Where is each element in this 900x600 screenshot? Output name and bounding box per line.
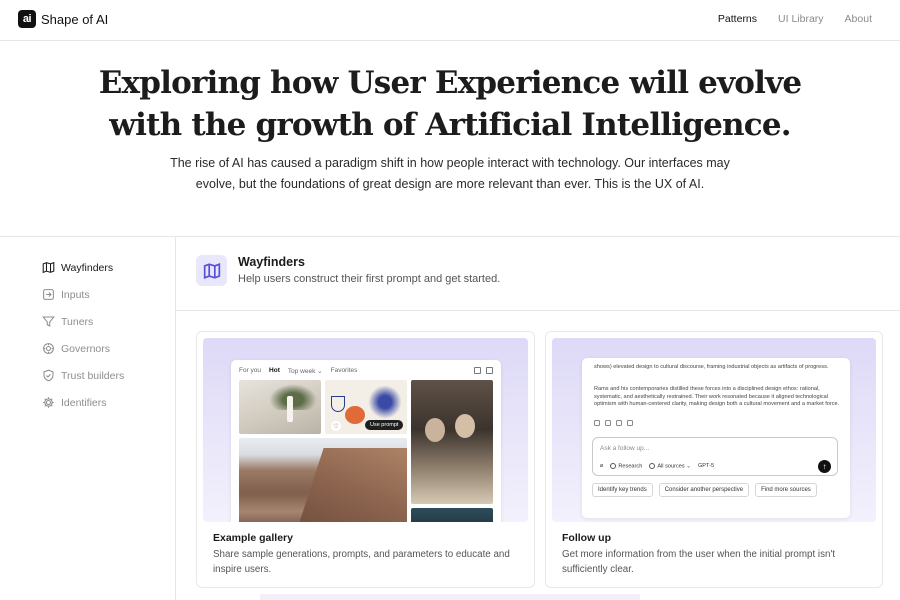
gallery-tab-active: Hot bbox=[269, 367, 280, 374]
gallery-tab: For you bbox=[239, 367, 262, 374]
nav-link-patterns[interactable]: Patterns bbox=[718, 13, 757, 25]
chat-response-text: shows) elevated design to cultural disco… bbox=[594, 364, 829, 370]
pattern-sidebar: Wayfinders Inputs Tuners Governors Trust… bbox=[42, 254, 124, 416]
sidebar-item-inputs[interactable]: Inputs bbox=[42, 281, 124, 308]
map-icon bbox=[203, 262, 220, 279]
next-card-peek bbox=[260, 594, 640, 600]
copy-icon bbox=[594, 420, 600, 426]
gallery-image-canyon bbox=[239, 438, 407, 522]
gallery-tab: Top week ⌄ bbox=[287, 368, 323, 375]
pattern-card-follow-up[interactable]: shows) elevated design to cultural disco… bbox=[545, 331, 883, 588]
retry-icon bbox=[605, 420, 611, 426]
telescope-icon bbox=[610, 463, 617, 469]
sidebar-item-label: Inputs bbox=[61, 288, 90, 301]
wayfinders-section-icon bbox=[196, 255, 227, 286]
send-arrow-icon: ↑ bbox=[818, 460, 831, 473]
section-title: Wayfinders bbox=[238, 255, 305, 269]
sidebar-item-wayfinders[interactable]: Wayfinders bbox=[42, 254, 124, 281]
sidebar-item-label: Governors bbox=[61, 342, 111, 355]
hero-title: Exploring how User Experience will evolv… bbox=[0, 62, 900, 146]
hero-subtitle: The rise of AI has caused a paradigm shi… bbox=[170, 156, 730, 191]
response-actions bbox=[594, 420, 633, 426]
chat-response-text: Rams and his contemporaries distilled th… bbox=[594, 386, 840, 408]
sidebar-item-label: Identifiers bbox=[61, 396, 107, 409]
image-view-icon bbox=[486, 367, 493, 374]
model-selector: GPT-5 bbox=[697, 463, 715, 470]
nav-link-about[interactable]: About bbox=[845, 13, 872, 25]
suggestion-chip: Find more sources bbox=[755, 483, 817, 497]
gallery-view-icons bbox=[474, 367, 493, 374]
heart-icon: ♡ bbox=[331, 421, 341, 431]
example-gallery-preview: For you Hot Top week ⌄ Favorites ♡ Use p… bbox=[203, 338, 528, 522]
gallery-tab: Favorites bbox=[330, 367, 358, 374]
gallery-mock-window: For you Hot Top week ⌄ Favorites ♡ Use p… bbox=[231, 360, 501, 522]
top-navigation-bar: ai Shape of AI Patterns UI Library About bbox=[0, 0, 900, 41]
use-prompt-button: Use prompt bbox=[365, 420, 404, 430]
follow-up-placeholder: Ask a follow up... bbox=[600, 445, 650, 452]
filter-icon bbox=[42, 316, 55, 327]
follow-up-input: Ask a follow up... ⌀ Research All source… bbox=[592, 437, 838, 476]
content-divider bbox=[176, 310, 900, 311]
card-description: Get more information from the user when … bbox=[562, 549, 836, 575]
sidebar-item-label: Wayfinders bbox=[61, 261, 114, 274]
nav-link-ui-library[interactable]: UI Library bbox=[778, 13, 824, 25]
shape-of-ai-logo: ai bbox=[18, 10, 36, 28]
card-title: Example gallery bbox=[213, 532, 293, 544]
sidebar-item-trust-builders[interactable]: Trust builders bbox=[42, 362, 124, 389]
card-title: Follow up bbox=[562, 532, 611, 544]
main-nav: Patterns UI Library About bbox=[718, 13, 872, 25]
suggestion-chip: Identify key trends bbox=[592, 483, 653, 497]
sidebar-item-label: Tuners bbox=[61, 315, 94, 328]
sidebar-item-governors[interactable]: Governors bbox=[42, 335, 124, 362]
attach-icon: ⌀ bbox=[600, 463, 604, 470]
hero-title-line-1: Exploring how User Experience will evolv… bbox=[98, 65, 802, 101]
governor-icon bbox=[43, 343, 54, 354]
gallery-tabs: For you Hot Top week ⌄ Favorites bbox=[239, 367, 357, 375]
brand-name: Shape of AI bbox=[41, 11, 109, 27]
sidebar-item-identifiers[interactable]: Identifiers bbox=[42, 389, 124, 416]
section-description: Help users construct their first prompt … bbox=[238, 273, 501, 285]
gear-icon bbox=[43, 397, 54, 408]
sidebar-item-tuners[interactable]: Tuners bbox=[42, 308, 124, 335]
globe-icon bbox=[649, 463, 656, 469]
grid-view-icon bbox=[474, 367, 481, 374]
hero-title-line-2: with the growth of Artificial Intelligen… bbox=[109, 107, 791, 143]
sources-tool: All sources ⌄ bbox=[649, 463, 691, 469]
gallery-image-night bbox=[411, 508, 493, 522]
section-divider bbox=[0, 236, 900, 237]
thumbs-up-icon bbox=[616, 420, 622, 426]
shield-icon bbox=[43, 369, 54, 382]
brand-link[interactable]: ai Shape of AI bbox=[18, 10, 108, 28]
sidebar-divider bbox=[175, 237, 176, 600]
gallery-image-still-life: ♡ Use prompt bbox=[325, 380, 407, 434]
chat-tools: ⌀ Research All sources ⌄ GPT-5 bbox=[600, 463, 714, 469]
input-arrow-icon bbox=[43, 289, 54, 300]
chat-mock-window: shows) elevated design to cultural disco… bbox=[582, 358, 850, 518]
pattern-card-example-gallery[interactable]: For you Hot Top week ⌄ Favorites ♡ Use p… bbox=[196, 331, 535, 588]
gallery-image-plant-vase bbox=[239, 380, 321, 434]
suggestion-chips: Identify key trends Consider another per… bbox=[592, 483, 817, 497]
thumbs-down-icon bbox=[627, 420, 633, 426]
map-icon bbox=[42, 261, 55, 274]
gallery-image-portrait bbox=[411, 380, 493, 504]
sidebar-item-label: Trust builders bbox=[61, 369, 125, 382]
follow-up-preview: shows) elevated design to cultural disco… bbox=[552, 338, 876, 522]
research-tool: Research bbox=[610, 463, 642, 469]
card-description: Share sample generations, prompts, and p… bbox=[213, 549, 510, 575]
suggestion-chip: Consider another perspective bbox=[658, 483, 750, 497]
